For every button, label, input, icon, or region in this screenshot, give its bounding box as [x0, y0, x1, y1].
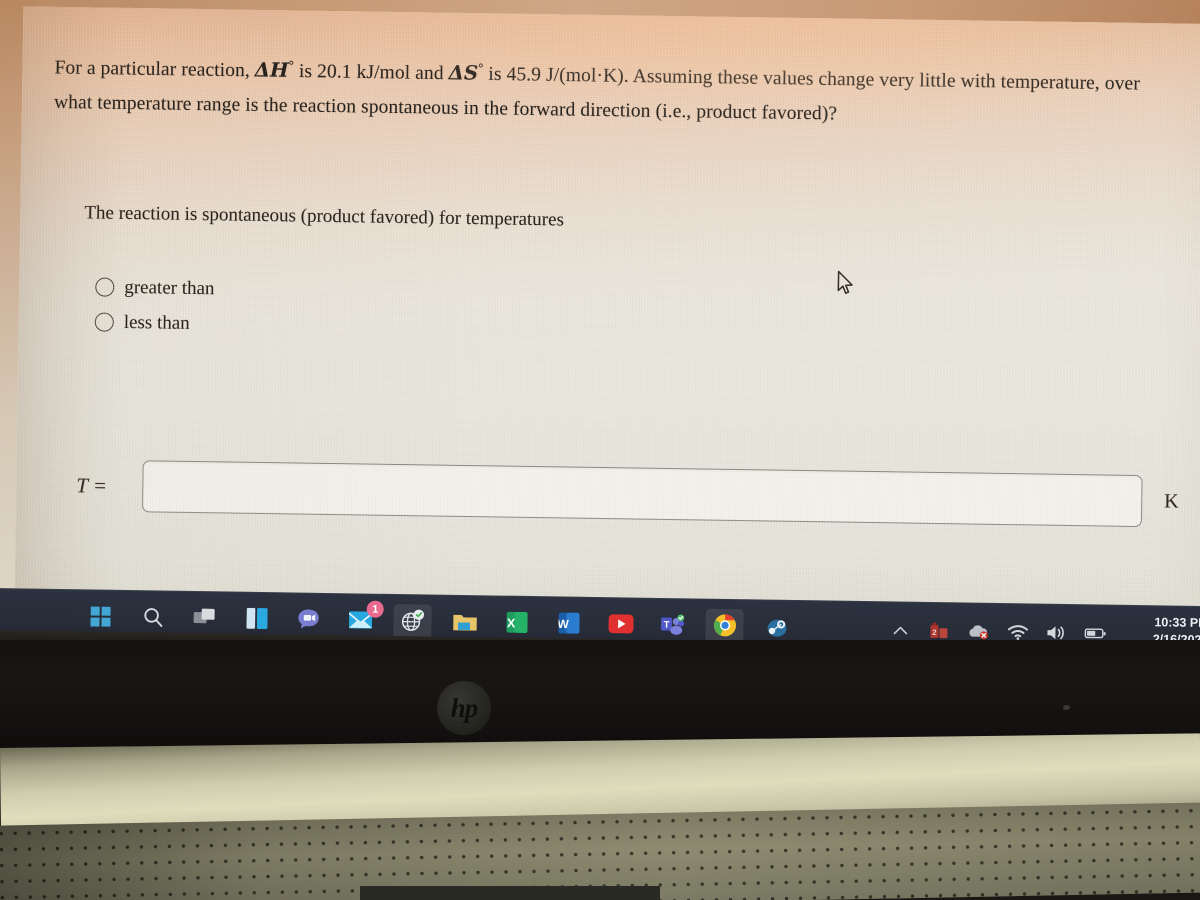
search-icon [142, 606, 163, 632]
svg-text:T: T [663, 619, 669, 630]
question-part-2: is 20.1 kJ/mol and [293, 60, 449, 85]
chrome-icon [713, 614, 736, 642]
bezel-indicator-dot [1063, 705, 1070, 710]
svg-text:W: W [558, 617, 569, 631]
question-part-1: For a particular reaction, [54, 57, 256, 82]
widgets-icon [245, 607, 268, 634]
answer-row: T = K [76, 459, 1197, 528]
clock-time: 10:33 PM [1154, 615, 1200, 631]
option-label-greater-than: greater than [124, 276, 215, 299]
hp-logo: hp [437, 681, 491, 735]
question-text: For a particular reaction, ΔH° is 20.1 k… [54, 45, 1155, 136]
svg-text:X: X [506, 616, 515, 630]
answer-prompt: The reaction is spontaneous (product fav… [84, 202, 565, 231]
option-label-less-than: less than [123, 311, 190, 334]
windows-logo-icon [90, 605, 111, 631]
browser-page-content: For a particular reaction, ΔH° is 20.1 k… [14, 6, 1200, 636]
chat-icon [297, 609, 320, 635]
folder-icon [452, 611, 477, 636]
display-surface: For a particular reaction, ΔH° is 20.1 k… [14, 6, 1200, 637]
temperature-unit-label: K [1164, 489, 1179, 513]
radio-less-than[interactable] [94, 312, 114, 332]
option-greater-than[interactable]: greater than [95, 269, 215, 306]
laptop-screen-area: For a particular reaction, ΔH° is 20.1 k… [0, 0, 1200, 662]
temperature-label: T = [76, 472, 108, 498]
laptop-photo: For a particular reaction, ΔH° is 20.1 k… [0, 0, 1200, 900]
radio-greater-than[interactable] [95, 277, 115, 297]
app-red-icon[interactable]: 2 [928, 620, 950, 642]
delta-h-symbol: ΔH [254, 58, 289, 82]
teams-icon: T [660, 613, 685, 640]
bottom-shadow [360, 886, 660, 900]
task-view-icon [193, 608, 216, 633]
temperature-direction-options: greater than less than [94, 269, 215, 341]
steam-icon [764, 615, 788, 642]
chevron-up-icon[interactable] [889, 619, 911, 641]
mouse-pointer-icon [837, 270, 855, 297]
excel-icon: X [505, 611, 528, 638]
temperature-input[interactable] [141, 460, 1143, 528]
edge-browser-icon [400, 609, 425, 637]
mail-unread-badge: 1 [366, 600, 384, 618]
option-less-than[interactable]: less than [94, 304, 215, 341]
word-icon: W [557, 612, 580, 638]
svg-text:2: 2 [932, 628, 937, 637]
play-video-icon [607, 614, 634, 638]
delta-s-symbol: ΔS [448, 61, 479, 85]
